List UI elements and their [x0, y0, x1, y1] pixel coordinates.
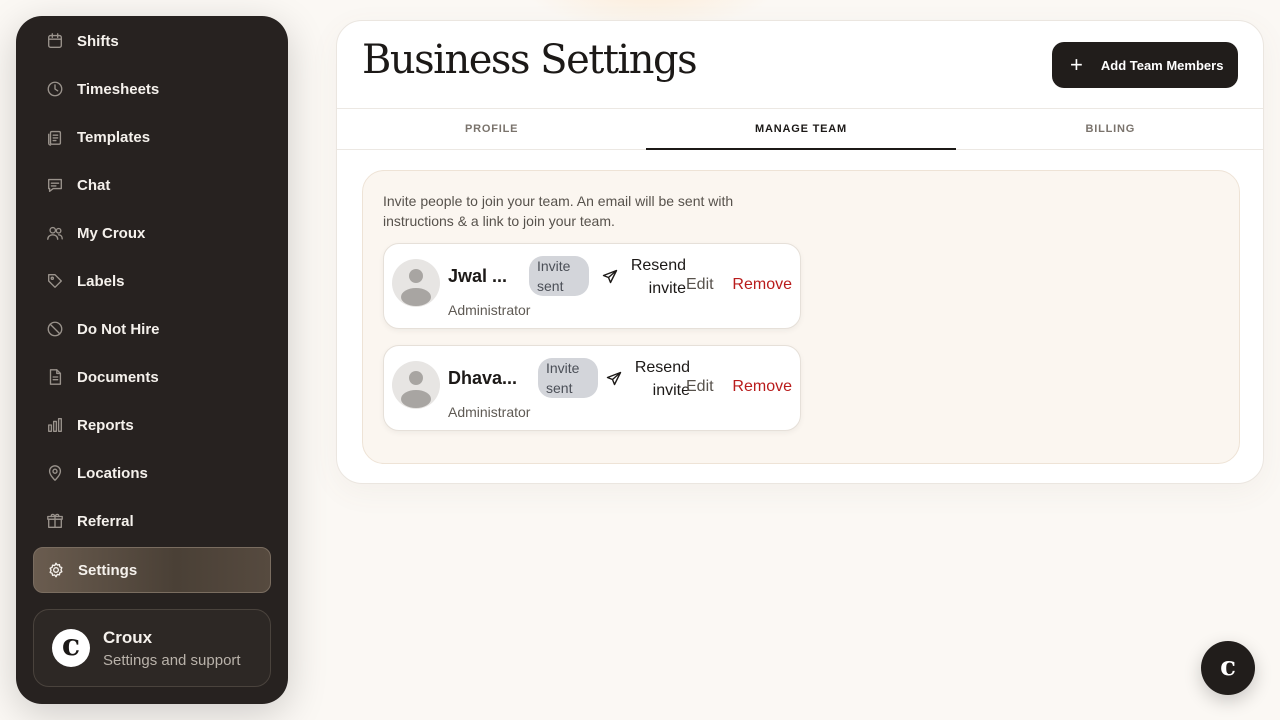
- team-panel: Invite people to join your team. An emai…: [362, 170, 1240, 464]
- team-member-card: Jwal ... Administrator Invite sent Resen…: [383, 243, 801, 329]
- sidebar-item-templates[interactable]: Templates: [33, 115, 271, 159]
- add-team-members-button[interactable]: + Add Team Members: [1052, 42, 1238, 88]
- sidebar-item-shifts[interactable]: Shifts: [33, 19, 271, 63]
- gift-icon: [45, 511, 65, 531]
- member-role: Administrator: [448, 302, 531, 318]
- sidebar-item-settings[interactable]: Settings: [33, 547, 271, 593]
- edit-button[interactable]: Edit: [686, 276, 714, 294]
- sidebar-item-label: Reports: [77, 416, 134, 434]
- ban-icon: [45, 319, 65, 339]
- sidebar-item-label: Locations: [77, 464, 148, 482]
- sidebar-item-reports[interactable]: Reports: [33, 403, 271, 447]
- account-subtitle: Settings and support: [103, 651, 241, 669]
- resend-invite-label: Resend invite: [634, 359, 690, 399]
- add-team-members-label: Add Team Members: [1100, 57, 1224, 73]
- sidebar-item-label: Shifts: [77, 32, 119, 50]
- avatar: [392, 259, 440, 307]
- sidebar-item-labels[interactable]: Labels: [33, 259, 271, 303]
- resend-invite-label: Resend invite: [630, 257, 686, 297]
- map-pin-icon: [45, 463, 65, 483]
- status-badge: Invite sent: [529, 256, 589, 296]
- clipboard-icon: [45, 127, 65, 147]
- gear-icon: [46, 560, 66, 580]
- sidebar-item-label: Referral: [77, 512, 134, 530]
- users-icon: [45, 223, 65, 243]
- sidebar-item-label: Do Not Hire: [77, 320, 160, 338]
- tag-icon: [45, 271, 65, 291]
- sidebar: Shifts Timesheets Templates Chat My Crou…: [16, 16, 288, 704]
- tab-profile[interactable]: PROFILE: [337, 109, 646, 149]
- send-icon: [606, 371, 622, 386]
- clock-icon: [45, 79, 65, 99]
- avatar: [392, 361, 440, 409]
- send-icon: [602, 269, 618, 284]
- member-role: Administrator: [448, 404, 531, 420]
- bar-chart-icon: [45, 415, 65, 435]
- sidebar-item-label: Timesheets: [77, 80, 160, 98]
- sidebar-item-locations[interactable]: Locations: [33, 451, 271, 495]
- sidebar-item-label: Settings: [78, 561, 138, 579]
- sidebar-item-timesheets[interactable]: Timesheets: [33, 67, 271, 111]
- sidebar-item-referral[interactable]: Referral: [33, 499, 271, 543]
- support-chat-button[interactable]: c: [1201, 641, 1255, 695]
- status-badge: Invite sent: [538, 358, 598, 398]
- croux-chat-icon: c: [1220, 651, 1236, 682]
- settings-card: Business Settings + Add Team Members PRO…: [336, 20, 1264, 484]
- member-name: Jwal ...: [448, 266, 508, 286]
- chat-icon: [45, 175, 65, 195]
- sidebar-item-label: Chat: [77, 176, 111, 194]
- sidebar-item-do-not-hire[interactable]: Do Not Hire: [33, 307, 271, 351]
- sidebar-item-label: My Croux: [77, 224, 146, 242]
- team-member-card: Dhava... Administrator Invite sent Resen…: [383, 345, 801, 431]
- edit-button[interactable]: Edit: [686, 378, 714, 396]
- sidebar-item-label: Labels: [77, 272, 125, 290]
- croux-logo: c: [52, 629, 90, 667]
- settings-tabs: PROFILE MANAGE TEAM BILLING: [337, 108, 1263, 150]
- sidebar-item-my-croux[interactable]: My Croux: [33, 211, 271, 255]
- sidebar-item-chat[interactable]: Chat: [33, 163, 271, 207]
- resend-invite-button[interactable]: Resend invite: [606, 356, 690, 402]
- resend-invite-button[interactable]: Resend invite: [602, 254, 686, 300]
- tab-manage-team[interactable]: MANAGE TEAM: [646, 109, 956, 150]
- document-icon: [45, 367, 65, 387]
- sidebar-item-documents[interactable]: Documents: [33, 355, 271, 399]
- remove-button[interactable]: Remove: [732, 276, 792, 294]
- remove-button[interactable]: Remove: [732, 378, 792, 396]
- account-menu[interactable]: c Croux Settings and support: [33, 609, 271, 687]
- sidebar-item-label: Documents: [77, 368, 159, 386]
- member-name: Dhava...: [448, 368, 518, 388]
- invite-instructions: Invite people to join your team. An emai…: [383, 193, 734, 229]
- calendar-icon: [45, 31, 65, 51]
- account-name: Croux: [103, 627, 153, 647]
- sidebar-item-label: Templates: [77, 128, 151, 146]
- page-title: Business Settings: [362, 37, 698, 83]
- plus-icon: +: [1070, 52, 1083, 77]
- tab-billing[interactable]: BILLING: [956, 109, 1263, 149]
